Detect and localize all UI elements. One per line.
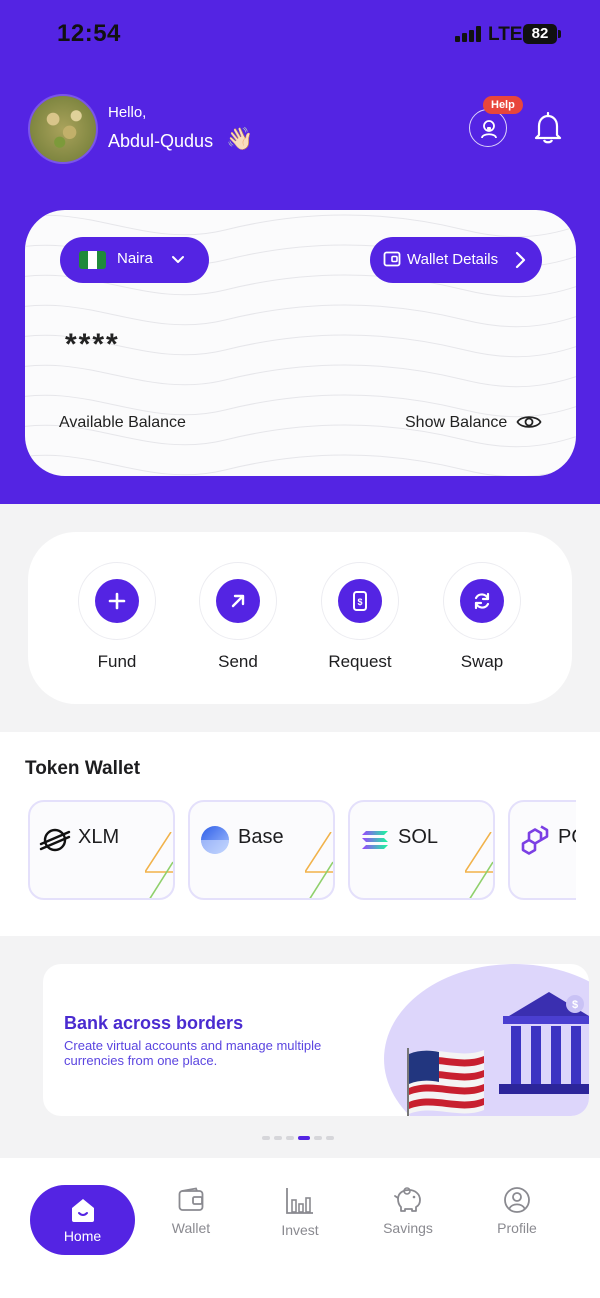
user-name: Abdul-Qudus [108,131,214,151]
bottom-nav: Home Wallet Invest Savings Profile [0,1158,600,1298]
currency-label: Naira [117,250,153,267]
token-card-polygon[interactable]: PO [508,800,576,900]
quick-actions: Fund Send $ Request Swap [28,532,572,704]
wallet-icon [383,251,401,267]
carousel-dot[interactable] [262,1136,270,1140]
request-money-icon: $ [353,591,367,611]
help-button[interactable] [469,109,507,147]
fund-label: Fund [97,652,137,671]
piggy-bank-icon [394,1187,421,1212]
status-bar: 12:54 LTE 82 [0,0,600,70]
arrow-up-right-icon [231,594,245,608]
token-name: PO [558,826,576,848]
bell-icon[interactable] [533,112,563,144]
request-label: Request [328,652,392,671]
nav-profile[interactable]: Profile [465,1186,569,1236]
chevron-down-icon [172,256,184,263]
carousel-dot[interactable] [326,1136,334,1140]
wave-emoji: 👋🏻 [226,126,254,151]
currency-selector[interactable]: Naira [60,237,209,283]
token-wallet-title: Token Wallet [25,758,141,779]
carousel-dot-active[interactable] [298,1136,310,1140]
token-card-sol[interactable]: SOL [348,800,495,900]
nav-home[interactable]: Home [30,1185,135,1255]
nav-invest[interactable]: Invest [248,1186,352,1238]
status-time: 12:54 [57,20,121,47]
wallet-icon [178,1187,204,1211]
greeting-text: Hello, [108,104,147,121]
svg-text:$: $ [357,597,362,607]
nigeria-flag-icon [79,251,106,269]
nav-wallet-label: Wallet [171,1220,211,1236]
nav-savings[interactable]: Savings [356,1186,460,1236]
flag-bank-illustration: $ [384,964,589,1116]
show-balance-toggle[interactable]: Show Balance [405,414,507,432]
network-label: LTE [488,24,523,45]
home-icon [71,1199,94,1222]
promo-title: Bank across borders [64,1013,244,1033]
promo-section: Bank across borders Create virtual accou… [0,936,600,1158]
nav-savings-label: Savings [383,1220,433,1236]
promo-banner[interactable]: Bank across borders Create virtual accou… [43,964,589,1116]
carousel-dots[interactable] [262,1136,338,1140]
help-badge: Help [483,96,523,114]
swap-icon [474,592,490,610]
profile-icon [504,1187,530,1213]
token-name: Base [238,826,284,848]
svg-text:$: $ [572,999,578,1011]
solana-icon [362,831,388,849]
token-list[interactable]: XLM Base SOL P [28,800,576,900]
carousel-dot[interactable] [314,1136,322,1140]
stellar-icon [39,828,71,852]
promo-subtitle: Create virtual accounts and manage multi… [64,1038,322,1068]
token-wallet-section: Token Wallet XLM Base SOL P [0,732,600,936]
carousel-dot[interactable] [286,1136,294,1140]
eye-icon[interactable] [516,413,542,431]
send-label: Send [218,652,258,671]
fund-button[interactable]: Fund [67,562,167,672]
chevron-right-icon [515,251,526,269]
wallet-details-label: Wallet Details [407,251,499,268]
token-card-xlm[interactable]: XLM [28,800,175,900]
wallet-details-button[interactable]: Wallet Details [370,237,542,283]
polygon-icon [521,825,549,855]
avatar[interactable] [28,94,98,164]
swap-button[interactable]: Swap [432,562,532,672]
signal-icon [455,26,483,42]
request-button[interactable]: $ Request [310,562,410,672]
support-agent-icon [481,120,497,139]
token-name: SOL [398,826,439,848]
token-name: XLM [78,826,120,848]
nav-profile-label: Profile [497,1220,537,1236]
base-icon [201,826,229,854]
send-button[interactable]: Send [188,562,288,672]
sparkline-icon [145,832,173,898]
battery-icon: 82 [523,24,561,44]
available-balance-label: Available Balance [59,414,186,431]
carousel-dot[interactable] [274,1136,282,1140]
plus-icon [108,592,126,610]
nav-home-label: Home [63,1228,102,1244]
bar-chart-icon [286,1188,313,1214]
balance-card: Naira Wallet Details **** Available Bala… [25,210,576,476]
sparkline-icon [465,832,493,898]
token-card-base[interactable]: Base [188,800,335,900]
nav-wallet[interactable]: Wallet [139,1186,243,1236]
nav-invest-label: Invest [281,1222,319,1238]
masked-balance: **** [65,328,120,361]
swap-label: Swap [460,652,504,671]
sparkline-icon [305,832,333,898]
